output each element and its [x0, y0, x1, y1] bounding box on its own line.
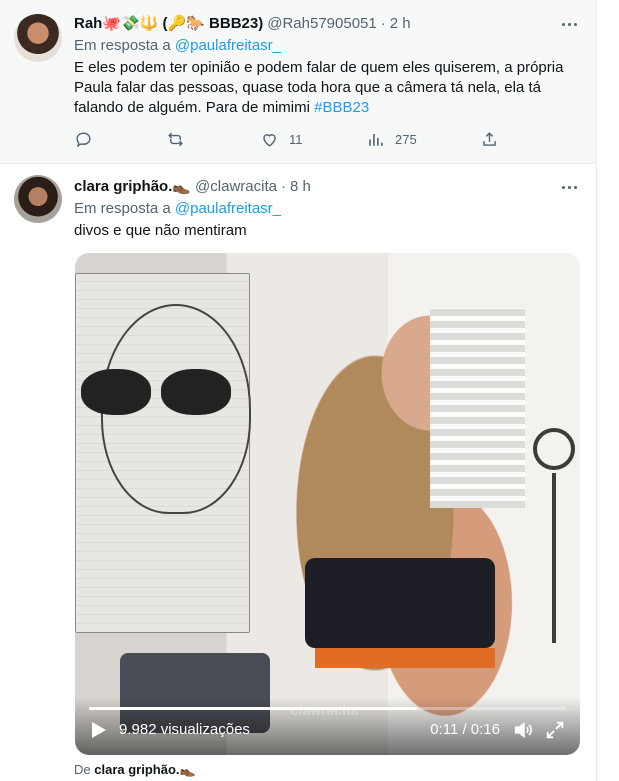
tweet-header: Rah🐙💸🔱 (🔑🐎 BBB23) @Rah57905051 · 2 h [74, 14, 580, 34]
volume-icon[interactable] [512, 719, 534, 741]
tweet-text: divos e que não mentiram [74, 222, 247, 239]
tweet-actions: 11 275 [74, 130, 504, 152]
tweet-content: Rah🐙💸🔱 (🔑🐎 BBB23) @Rah57905051 · 2 h Em … [74, 14, 580, 118]
avatar[interactable] [14, 175, 62, 223]
tweet-header: clara griphão.👞 @clawracita · 8 h [74, 177, 580, 197]
views-button[interactable]: 275 [366, 130, 417, 149]
attribution-author-link[interactable]: clara griphão.👞 [94, 762, 195, 777]
wall-artwork [75, 273, 251, 633]
ring-light [533, 428, 575, 470]
display-name[interactable]: clara griphão.👞 [74, 177, 191, 197]
hashtag-link[interactable]: #BBB23 [314, 99, 369, 116]
like-count: 11 [289, 132, 303, 147]
more-icon[interactable] [558, 177, 580, 197]
views-count: 275 [395, 132, 417, 147]
share-button[interactable] [480, 130, 499, 149]
display-name[interactable]: Rah🐙💸🔱 (🔑🐎 BBB23) [74, 14, 263, 34]
avatar[interactable] [14, 14, 62, 62]
timestamp[interactable]: 2 h [390, 14, 411, 34]
reply-prefix: Em resposta a [74, 200, 171, 217]
video-attribution: De clara griphão.👞 [74, 762, 196, 778]
timestamp[interactable]: 8 h [290, 177, 311, 197]
separator-dot: · [380, 15, 386, 32]
like-button[interactable]: 11 [260, 130, 303, 149]
tweet-text: E eles podem ter opinião e podem falar d… [74, 58, 574, 118]
window-blinds [430, 308, 525, 508]
retweet-button[interactable] [166, 130, 185, 149]
views-icon [369, 133, 383, 146]
tweet-content: clara griphão.👞 @clawracita · 8 h Em res… [74, 177, 580, 241]
reply-mention-link[interactable]: @paulafreitasr_ [175, 37, 281, 54]
reply-icon [76, 132, 91, 148]
tweet-card[interactable]: Rah🐙💸🔱 (🔑🐎 BBB23) @Rah57905051 · 2 h Em … [0, 0, 597, 164]
reply-button[interactable] [74, 130, 93, 149]
video-progress-bar[interactable] [89, 707, 566, 710]
video-time: 0:11 / 0:16 [430, 721, 500, 738]
attribution-prefix: De [74, 762, 91, 777]
user-handle[interactable]: @Rah57905051 [267, 14, 376, 34]
reply-context: Em resposta a @paulafreitasr_ [74, 199, 580, 219]
reply-prefix: Em resposta a [74, 37, 171, 54]
tweet-card[interactable]: clara griphão.👞 @clawracita · 8 h Em res… [0, 165, 597, 781]
share-icon [483, 132, 496, 146]
reply-context: Em resposta a @paulafreitasr_ [74, 36, 580, 56]
video-controls: 9.982 visualizações 0:11 / 0:16 [75, 697, 580, 755]
more-icon[interactable] [558, 14, 580, 34]
video-views: 9.982 visualizações [119, 721, 250, 738]
reply-mention-link[interactable]: @paulafreitasr_ [175, 200, 281, 217]
video-player[interactable]: clawracita 9.982 visualizações 0:11 / 0:… [75, 253, 580, 755]
video-progress-fill [89, 707, 417, 710]
user-handle[interactable]: @clawracita [195, 177, 277, 197]
retweet-icon [168, 132, 183, 147]
fullscreen-icon[interactable] [544, 719, 566, 741]
play-icon[interactable] [89, 721, 107, 739]
separator-dot: · [280, 178, 286, 195]
like-icon [263, 134, 276, 147]
